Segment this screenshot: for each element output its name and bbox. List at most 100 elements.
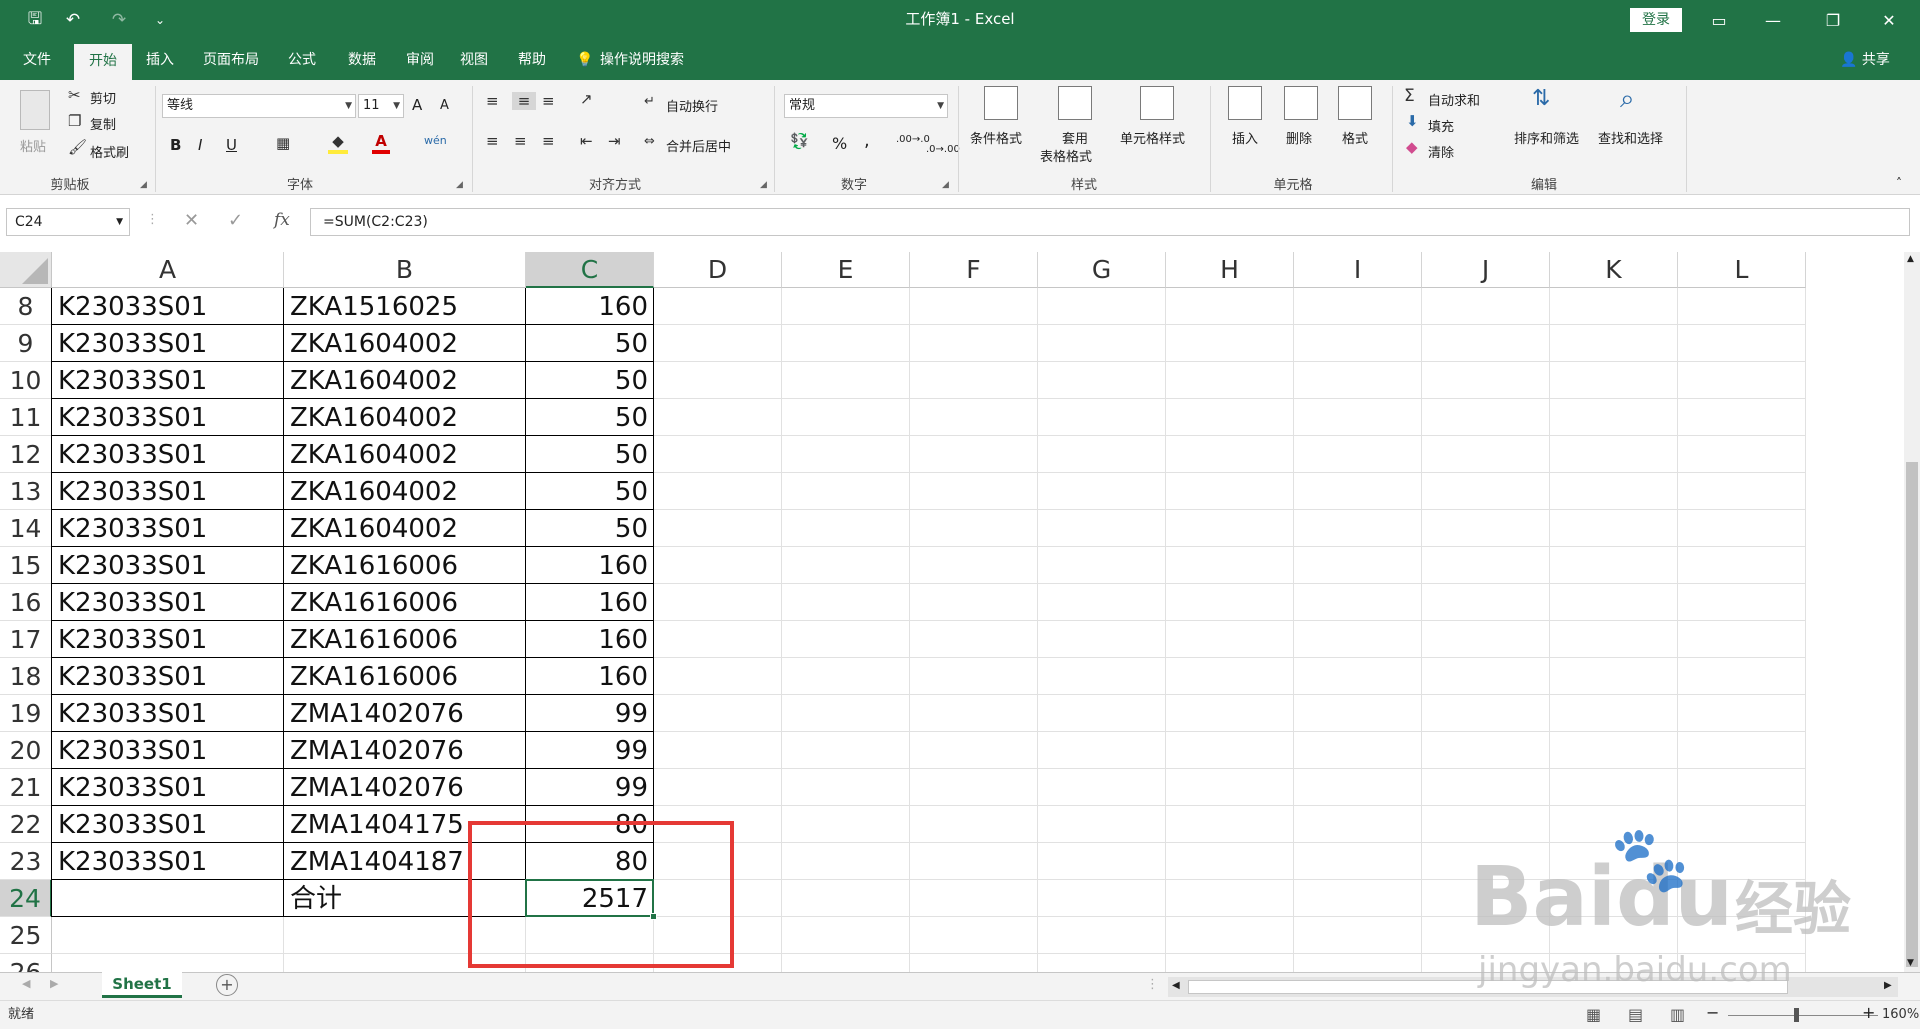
login-button[interactable]: 登录 (1630, 8, 1682, 32)
name-box[interactable]: C24 ▼ (6, 208, 130, 236)
increase-indent-icon[interactable]: ⇥ (608, 132, 621, 150)
shrink-font-button[interactable]: A (440, 98, 449, 113)
cell-a14[interactable]: K23033S01 (52, 510, 284, 547)
column-header-a[interactable]: A (52, 252, 284, 288)
delete-cells-button[interactable]: 删除 (1286, 128, 1312, 147)
font-launcher-icon[interactable]: ◢ (456, 180, 463, 190)
zoom-level[interactable]: 160% (1882, 1001, 1919, 1029)
cell-b17[interactable]: ZKA1616006 (284, 621, 526, 658)
column-header-b[interactable]: B (284, 252, 526, 288)
cell-b9[interactable]: ZKA1604002 (284, 325, 526, 362)
alignment-launcher-icon[interactable]: ◢ (760, 180, 767, 190)
cell-a15[interactable]: K23033S01 (52, 547, 284, 584)
cell-a16[interactable]: K23033S01 (52, 584, 284, 621)
align-left-icon[interactable]: ≡ (486, 132, 499, 150)
zoom-in-button[interactable]: + (1862, 1003, 1875, 1022)
cancel-entry-icon[interactable]: ✕ (184, 210, 199, 231)
row-header-13[interactable]: 13 (0, 473, 52, 510)
ribbon-display-options-icon[interactable]: ▭ (1696, 0, 1742, 40)
column-header-k[interactable]: K (1550, 252, 1678, 288)
row-header-15[interactable]: 15 (0, 547, 52, 584)
cell-a12[interactable]: K23033S01 (52, 436, 284, 473)
tell-me-search[interactable]: 操作说明搜索 (600, 40, 710, 80)
prev-sheet-icon[interactable]: ◀ (22, 977, 30, 990)
cell-c20[interactable]: 99 (526, 732, 654, 769)
cell-c10[interactable]: 50 (526, 362, 654, 399)
paste-button[interactable]: 粘贴 (20, 136, 46, 155)
cell-a21[interactable]: K23033S01 (52, 769, 284, 806)
close-icon[interactable]: ✕ (1866, 0, 1912, 40)
cell-a26[interactable] (52, 954, 284, 972)
cell-a9[interactable]: K23033S01 (52, 325, 284, 362)
row-header-21[interactable]: 21 (0, 769, 52, 806)
scroll-right-icon[interactable]: ▶ (1884, 980, 1892, 991)
cell-c13[interactable]: 50 (526, 473, 654, 510)
column-header-h[interactable]: H (1166, 252, 1294, 288)
clear-button[interactable]: 清除 (1428, 142, 1454, 161)
row-header-26[interactable]: 26 (0, 954, 52, 972)
confirm-entry-icon[interactable]: ✓ (228, 210, 243, 231)
cell-c17[interactable]: 160 (526, 621, 654, 658)
collapse-ribbon-icon[interactable]: ˄ (1896, 176, 1902, 190)
row-header-20[interactable]: 20 (0, 732, 52, 769)
increase-decimal-button[interactable]: .00→.0 (896, 134, 930, 145)
column-header-l[interactable]: L (1678, 252, 1806, 288)
tab-insert[interactable]: 插入 (138, 40, 182, 80)
format-painter-button[interactable]: 格式刷 (90, 142, 129, 161)
cut-button[interactable]: 剪切 (90, 88, 116, 107)
cell-c21[interactable]: 99 (526, 769, 654, 806)
cell-a10[interactable]: K23033S01 (52, 362, 284, 399)
align-middle-icon[interactable]: ≡ (512, 92, 536, 110)
row-header-25[interactable]: 25 (0, 917, 52, 954)
align-top-icon[interactable]: ≡ (486, 92, 499, 110)
format-as-table-button-line2[interactable]: 表格格式 (1040, 146, 1092, 165)
tab-review[interactable]: 审阅 (398, 40, 442, 80)
cell-c15[interactable]: 160 (526, 547, 654, 584)
cell-b16[interactable]: ZKA1616006 (284, 584, 526, 621)
cell-b11[interactable]: ZKA1604002 (284, 399, 526, 436)
phonetic-guide-button[interactable]: wén (424, 134, 447, 147)
grow-font-button[interactable]: A (412, 96, 422, 114)
column-header-d[interactable]: D (654, 252, 782, 288)
cell-b13[interactable]: ZKA1604002 (284, 473, 526, 510)
formula-input[interactable]: =SUM(C2:C23) (310, 208, 1910, 236)
cell-c8[interactable]: 160 (526, 288, 654, 325)
align-center-icon[interactable]: ≡ (514, 132, 527, 150)
underline-button[interactable]: U (226, 136, 237, 154)
page-break-view-icon[interactable]: ▥ (1670, 1005, 1685, 1024)
row-header-10[interactable]: 10 (0, 362, 52, 399)
zoom-out-button[interactable]: − (1706, 1003, 1719, 1022)
add-sheet-button[interactable]: + (216, 974, 238, 996)
tab-page-layout[interactable]: 页面布局 (194, 40, 268, 80)
customize-quick-access-icon[interactable]: ⌄ (148, 0, 172, 40)
column-header-c[interactable]: C (526, 252, 654, 288)
align-bottom-icon[interactable]: ≡ (542, 92, 555, 110)
page-layout-view-icon[interactable]: ▤ (1628, 1005, 1643, 1024)
cell-b19[interactable]: ZMA1402076 (284, 695, 526, 732)
borders-icon[interactable]: ▦ (276, 134, 290, 152)
restore-icon[interactable]: ❐ (1810, 0, 1856, 40)
select-all-button[interactable] (0, 252, 52, 288)
cell-a24[interactable] (52, 880, 284, 917)
row-header-12[interactable]: 12 (0, 436, 52, 473)
clipboard-launcher-icon[interactable]: ◢ (140, 180, 147, 190)
decrease-indent-icon[interactable]: ⇤ (580, 132, 593, 150)
column-header-e[interactable]: E (782, 252, 910, 288)
scroll-up-icon[interactable]: ▲ (1907, 254, 1914, 264)
cell-a22[interactable]: K23033S01 (52, 806, 284, 843)
row-header-9[interactable]: 9 (0, 325, 52, 362)
tab-view[interactable]: 视图 (452, 40, 496, 80)
save-icon[interactable]: 🖫 (18, 0, 52, 40)
cell-b8[interactable]: ZKA1516025 (284, 288, 526, 325)
number-launcher-icon[interactable]: ◢ (942, 180, 949, 190)
column-header-f[interactable]: F (910, 252, 1038, 288)
cell-a20[interactable]: K23033S01 (52, 732, 284, 769)
minimize-icon[interactable]: — (1750, 0, 1796, 40)
column-header-g[interactable]: G (1038, 252, 1166, 288)
copy-button[interactable]: 复制 (90, 114, 116, 133)
sheet-tab-sheet1[interactable]: Sheet1 (102, 972, 182, 998)
fill-color-icon[interactable]: ◆ (328, 132, 348, 154)
find-select-button[interactable]: 查找和选择 (1598, 128, 1663, 147)
decrease-decimal-button[interactable]: .0→.00 (926, 144, 960, 155)
sort-filter-button[interactable]: 排序和筛选 (1514, 128, 1579, 147)
